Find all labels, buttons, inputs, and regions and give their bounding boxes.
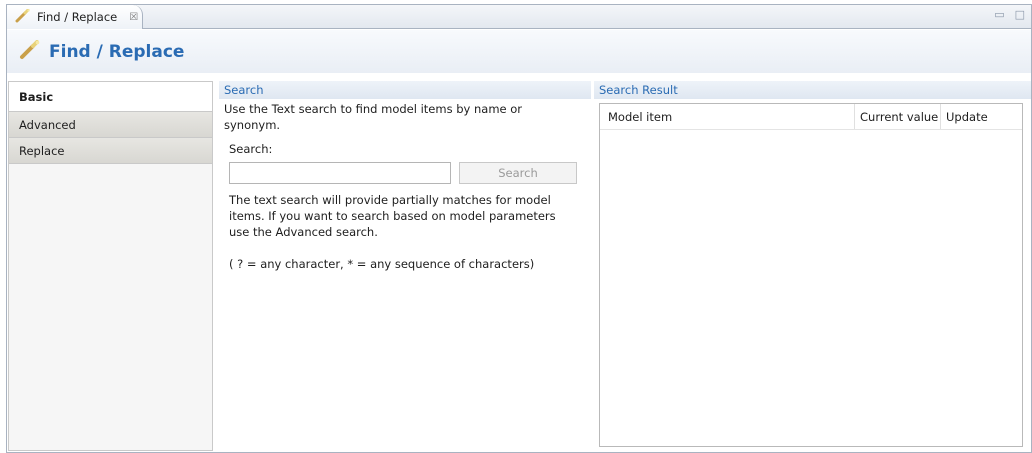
result-table-header: Model item Current value Update xyxy=(600,104,1022,130)
column-header-model-item[interactable]: Model item xyxy=(600,104,855,129)
search-button[interactable]: Search xyxy=(459,161,577,184)
form-header: Find / Replace xyxy=(7,30,1031,73)
nav-item-label: Replace xyxy=(19,143,65,158)
column-header-current-value[interactable]: Current value xyxy=(855,104,941,129)
view-tab-title: Find / Replace xyxy=(37,10,118,24)
search-label: Search: xyxy=(229,141,273,156)
search-mode-nav: Basic Advanced Replace xyxy=(8,81,213,451)
search-section: Search Use the Text search to find model… xyxy=(219,81,591,451)
window-controls: ▭ □ xyxy=(994,8,1025,21)
wand-icon xyxy=(19,40,41,63)
search-help-text: The text search will provide partially m… xyxy=(229,192,556,240)
search-input[interactable] xyxy=(229,161,451,184)
nav-item-replace[interactable]: Replace xyxy=(9,138,212,164)
wand-icon xyxy=(15,8,31,26)
nav-item-label: Basic xyxy=(19,89,54,104)
search-result-title: Search Result xyxy=(594,81,1031,99)
search-description: Use the Text search to find model items … xyxy=(224,102,523,133)
search-section-title: Search xyxy=(219,81,591,99)
nav-item-basic[interactable]: Basic xyxy=(9,82,212,112)
form-title: Find / Replace xyxy=(49,41,185,62)
wildcard-help-text: ( ? = any character, * = any sequence of… xyxy=(229,256,535,271)
view-tab-strip: Find / Replace ☒ ▭ □ xyxy=(7,5,1031,29)
close-icon[interactable]: ☒ xyxy=(129,12,138,23)
search-result-section: Search Result Model item Current value U… xyxy=(594,81,1031,451)
maximize-icon[interactable]: □ xyxy=(1015,8,1025,21)
view-tab-find-replace[interactable]: Find / Replace ☒ xyxy=(7,5,143,29)
find-replace-view: Find / Replace ☒ ▭ □ Find / Replace Basi… xyxy=(6,4,1032,453)
column-header-update[interactable]: Update xyxy=(941,104,1011,129)
minimize-icon[interactable]: ▭ xyxy=(994,8,1004,21)
nav-item-label: Advanced xyxy=(19,117,76,132)
search-row: Search xyxy=(229,161,591,184)
nav-item-advanced[interactable]: Advanced xyxy=(9,112,212,138)
search-result-table[interactable]: Model item Current value Update xyxy=(599,103,1023,447)
